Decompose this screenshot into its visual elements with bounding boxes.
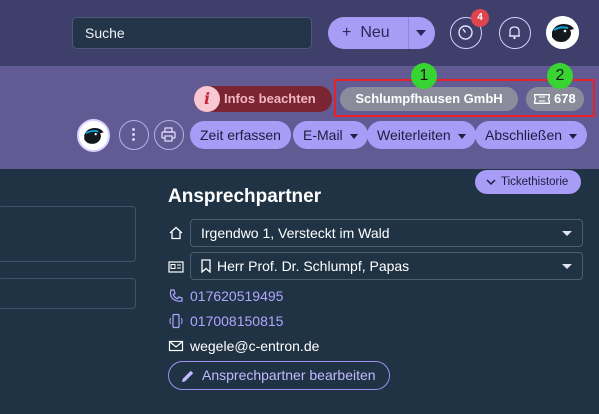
- home-icon: [169, 226, 183, 240]
- forward-button[interactable]: Weiterleiten: [367, 121, 476, 149]
- email-address[interactable]: wegele@c-entron.de: [190, 338, 319, 354]
- edit-contact-button[interactable]: Ansprechpartner bearbeiten: [168, 361, 390, 390]
- info-notice-label: Infos beachten: [224, 91, 316, 106]
- id-card-icon: [168, 261, 184, 273]
- printer-icon: [161, 127, 176, 142]
- chevron-down-icon: [569, 133, 578, 139]
- more-options-button[interactable]: [119, 120, 149, 150]
- chevron-down-icon: [562, 231, 572, 236]
- edit-contact-label: Ansprechpartner bearbeiten: [202, 367, 376, 383]
- new-button[interactable]: + Neu: [328, 17, 435, 49]
- email-button[interactable]: E-Mail: [293, 121, 368, 149]
- marker-2: 2: [547, 63, 573, 89]
- chevron-down-icon: [486, 179, 496, 186]
- email-label: E-Mail: [303, 127, 343, 143]
- ticket-history-label: Tickethistorie: [501, 176, 569, 188]
- panther-logo-icon: [546, 16, 579, 49]
- panther-logo-icon: [79, 121, 108, 150]
- contact-person-value: Herr Prof. Dr. Schlumpf, Papas: [217, 258, 410, 274]
- info-notice-button[interactable]: i Infos beachten: [194, 86, 332, 112]
- chevron-down-icon: [349, 133, 358, 139]
- bookmark-icon: [201, 259, 211, 273]
- contact-person-select[interactable]: Herr Prof. Dr. Schlumpf, Papas: [190, 252, 583, 280]
- close-ticket-button[interactable]: Abschließen: [475, 121, 588, 149]
- contact-section-title: Ansprechpartner: [168, 186, 322, 207]
- address-select[interactable]: Irgendwo 1, Versteckt im Wald: [190, 219, 583, 247]
- left-text-field[interactable]: [0, 206, 136, 262]
- ticket-history-button[interactable]: Tickethistorie: [475, 170, 581, 194]
- mobile-phone-icon: [169, 313, 183, 329]
- info-icon: i: [194, 86, 220, 112]
- close-ticket-label: Abschließen: [485, 127, 563, 143]
- phone-link[interactable]: 017620519495: [190, 288, 283, 304]
- chevron-down-icon: [457, 133, 466, 139]
- kebab-menu-icon: [132, 128, 135, 141]
- search-input-text: Suche: [85, 25, 125, 41]
- user-avatar[interactable]: [546, 16, 579, 49]
- print-button[interactable]: [154, 120, 184, 150]
- timer-count-badge: 4: [471, 9, 489, 27]
- log-time-label: Zeit erfassen: [200, 127, 281, 143]
- marker-1: 1: [411, 63, 437, 89]
- forward-label: Weiterleiten: [377, 127, 451, 143]
- search-input[interactable]: Suche: [72, 17, 312, 49]
- email-icon: [168, 340, 184, 352]
- new-button-divider: [408, 17, 409, 49]
- mobile-link[interactable]: 017008150815: [190, 313, 283, 329]
- plus-icon: +: [342, 24, 352, 41]
- bell-icon: [509, 26, 520, 40]
- chevron-down-icon[interactable]: [416, 30, 426, 36]
- address-value: Irgendwo 1, Versteckt im Wald: [201, 225, 390, 241]
- chevron-down-icon: [562, 264, 572, 269]
- log-time-button[interactable]: Zeit erfassen: [190, 121, 291, 149]
- left-input-field[interactable]: [0, 278, 136, 309]
- new-button-label: Neu: [360, 24, 390, 41]
- notifications-button[interactable]: [499, 17, 531, 49]
- assignee-avatar[interactable]: [77, 119, 110, 152]
- phone-icon: [169, 289, 183, 302]
- pencil-icon: [182, 370, 194, 382]
